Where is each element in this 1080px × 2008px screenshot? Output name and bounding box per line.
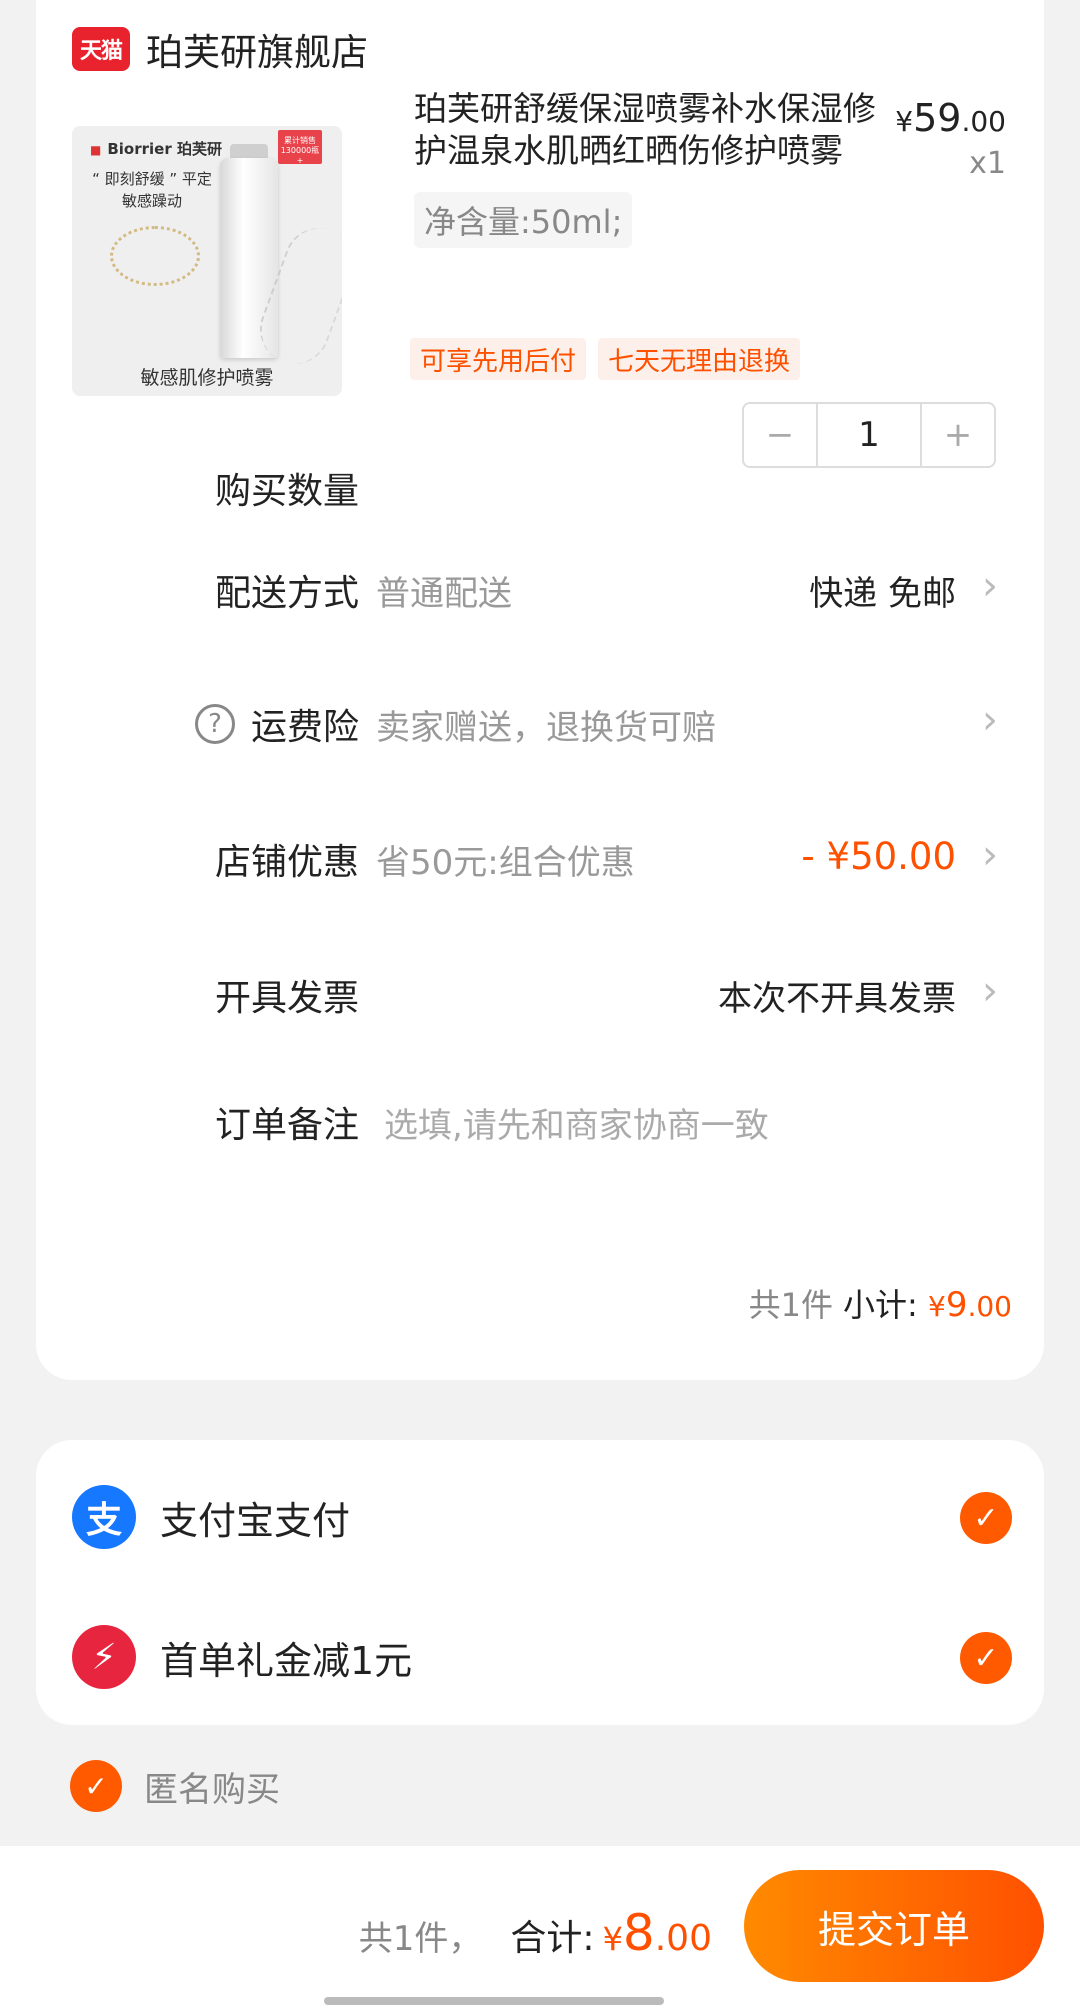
order-card: 天猫 珀芙研旗舰店 Biorrier 珀芙研 累计销售 130000瓶+ “ 即… bbox=[36, 0, 1044, 1380]
product-title[interactable]: 珀芙研舒缓保湿喷雾补水保湿修护温泉水肌晒红晒伤修护喷雾 bbox=[414, 88, 894, 172]
subtotal-currency: ¥ bbox=[928, 1290, 946, 1323]
product-image-badge: 累计销售 130000瓶+ bbox=[278, 130, 322, 165]
chevron-right-icon: › bbox=[982, 968, 998, 1014]
checkout-bar: 共1件， 合计: ¥8.00 提交订单 bbox=[0, 1846, 1080, 2008]
price-integer: 59 bbox=[913, 96, 962, 140]
quantity-value[interactable]: 1 bbox=[816, 404, 922, 466]
price-decimal: .00 bbox=[961, 105, 1006, 138]
invoice-label: 开具发票 bbox=[214, 978, 359, 1019]
insurance-label: 运费险 bbox=[250, 707, 359, 748]
coupon-option[interactable]: ⚡ 首单礼金减1元 ✓ bbox=[72, 1622, 1012, 1692]
total-currency: ¥ bbox=[602, 1920, 623, 1958]
discount-value: - ¥50.00 bbox=[801, 835, 956, 878]
subtotal-label: 小计: bbox=[843, 1286, 918, 1324]
product-quantity: x1 bbox=[969, 146, 1006, 181]
submit-order-button[interactable]: 提交订单 bbox=[744, 1870, 1044, 1982]
delivery-label: 配送方式 bbox=[214, 573, 359, 614]
chevron-right-icon: › bbox=[982, 697, 998, 743]
product-image-slogan: “ 即刻舒缓 ” 平定敏感躁动 bbox=[92, 170, 212, 210]
discount-sub: 省50元:组合优惠 bbox=[376, 843, 635, 883]
increment-button[interactable]: + bbox=[922, 404, 994, 466]
payment-card: 支 支付宝支付 ✓ ⚡ 首单礼金减1元 ✓ bbox=[36, 1440, 1044, 1725]
tag-pay-later: 可享先用后付 bbox=[410, 338, 587, 380]
discount-row[interactable]: 店铺优惠 省50元:组合优惠 - ¥50.00 › bbox=[36, 817, 1044, 897]
service-tags: 可享先用后付 七天无理由退换 bbox=[410, 338, 801, 380]
subtotal: 共1件 小计: ¥9.00 bbox=[749, 1280, 1012, 1326]
insurance-sub: 卖家赠送，退换货可赔 bbox=[376, 708, 716, 748]
total-count: 共1件， bbox=[358, 1919, 483, 1959]
delivery-row[interactable]: 配送方式 普通配送 快递 免邮 › bbox=[36, 548, 1044, 628]
insurance-row[interactable]: ? 运费险 卖家赠送，退换货可赔 › bbox=[36, 682, 1044, 762]
chevron-right-icon: › bbox=[982, 832, 998, 878]
decrement-button[interactable]: − bbox=[744, 404, 816, 466]
total-decimal: .00 bbox=[654, 1918, 712, 1959]
checkmark-icon[interactable]: ✓ bbox=[960, 1632, 1012, 1684]
product-image-caption: 敏感肌修护喷雾 bbox=[140, 367, 274, 389]
home-indicator[interactable] bbox=[324, 1997, 664, 2005]
product-image[interactable]: Biorrier 珀芙研 累计销售 130000瓶+ “ 即刻舒缓 ” 平定敏感… bbox=[72, 126, 342, 396]
quantity-stepper[interactable]: − 1 + bbox=[742, 402, 996, 468]
insurance-label-wrap: ? 运费险 bbox=[194, 698, 359, 750]
subtotal-decimal: .00 bbox=[967, 1290, 1012, 1323]
store-name[interactable]: 珀芙研旗舰店 bbox=[146, 22, 368, 76]
note-row: 订单备注 选填,请先和商家协商一致 bbox=[36, 1080, 1044, 1160]
tag-seven-day-return: 七天无理由退换 bbox=[598, 338, 801, 380]
product-spec[interactable]: 净含量:50ml; bbox=[414, 192, 633, 248]
lightning-icon: ⚡ bbox=[72, 1625, 136, 1689]
alipay-icon: 支 bbox=[72, 1485, 136, 1549]
tmall-logo-icon: 天猫 bbox=[72, 27, 130, 71]
anonymous-label: 匿名购买 bbox=[144, 1769, 280, 1810]
alipay-option[interactable]: 支 支付宝支付 ✓ bbox=[72, 1482, 1012, 1552]
total-label: 合计: bbox=[510, 1918, 595, 1959]
checkmark-icon[interactable]: ✓ bbox=[960, 1492, 1012, 1544]
invoice-value: 本次不开具发票 bbox=[718, 979, 956, 1019]
store-header[interactable]: 天猫 珀芙研旗舰店 bbox=[72, 22, 368, 76]
invoice-row[interactable]: 开具发票 本次不开具发票 › bbox=[36, 953, 1044, 1033]
total-amount: ¥8.00 bbox=[603, 1904, 712, 1962]
price-currency: ¥ bbox=[895, 105, 914, 138]
delivery-value: 快递 免邮 bbox=[809, 574, 956, 614]
quantity-label: 购买数量 bbox=[214, 471, 359, 512]
award-laurel-icon bbox=[110, 226, 200, 286]
subtotal-count: 共1件 bbox=[748, 1286, 834, 1324]
note-label: 订单备注 bbox=[214, 1105, 359, 1146]
coupon-label: 首单礼金减1元 bbox=[160, 1638, 413, 1683]
chevron-right-icon: › bbox=[982, 563, 998, 609]
delivery-sub: 普通配送 bbox=[376, 574, 512, 614]
anonymous-option[interactable]: ✓ 匿名购买 bbox=[70, 1760, 280, 1812]
subtotal-amount: ¥9.00 bbox=[928, 1285, 1012, 1325]
checkmark-icon[interactable]: ✓ bbox=[70, 1760, 122, 1812]
note-input[interactable]: 选填,请先和商家协商一致 bbox=[384, 1098, 769, 1147]
subtotal-integer: 9 bbox=[945, 1285, 968, 1325]
discount-label: 店铺优惠 bbox=[214, 842, 359, 883]
product-image-brand: Biorrier 珀芙研 bbox=[90, 138, 222, 159]
product-price: ¥59.00 bbox=[895, 96, 1006, 140]
alipay-label: 支付宝支付 bbox=[160, 1498, 351, 1543]
help-icon[interactable]: ? bbox=[194, 704, 235, 744]
total: 共1件， 合计: ¥8.00 bbox=[359, 1904, 712, 1962]
total-integer: 8 bbox=[622, 1904, 655, 1962]
